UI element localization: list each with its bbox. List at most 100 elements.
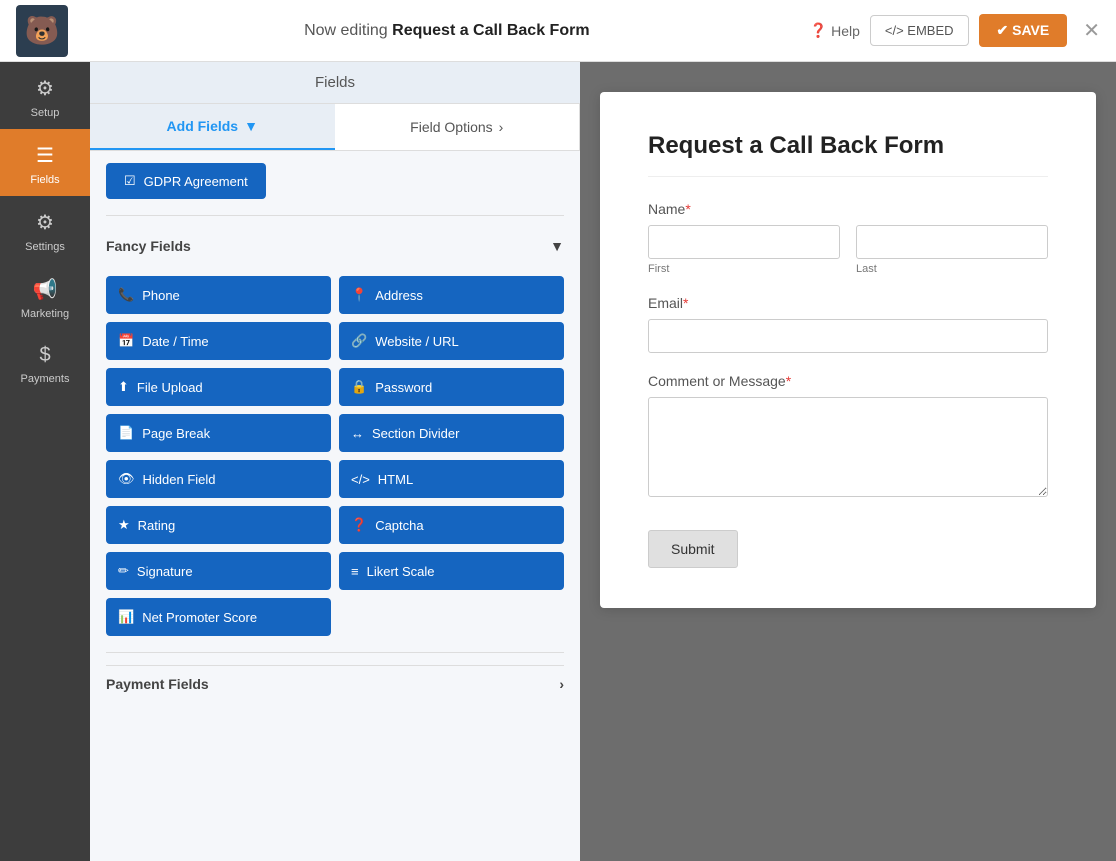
tab-field-options[interactable]: Field Options › bbox=[335, 104, 581, 150]
name-row: First Last bbox=[648, 225, 1048, 275]
tab-add-fields[interactable]: Add Fields ▼ bbox=[90, 104, 335, 150]
sidebar-item-payments[interactable]: $ Payments bbox=[0, 330, 90, 395]
settings-icon: ⚙ bbox=[36, 210, 54, 235]
section-divider-label: Section Divider bbox=[372, 426, 459, 441]
email-label: Email* bbox=[648, 295, 1048, 311]
field-button-signature[interactable]: ✏ Signature bbox=[106, 552, 331, 590]
field-button-file-upload[interactable]: ⬆ File Upload bbox=[106, 368, 331, 406]
fields-tabs: Add Fields ▼ Field Options › bbox=[90, 104, 580, 151]
gdpr-icon: ☑ bbox=[124, 173, 136, 189]
form-preview: Request a Call Back Form Name* First Las… bbox=[580, 62, 1116, 861]
field-button-password[interactable]: 🔒 Password bbox=[339, 368, 564, 406]
payments-icon: $ bbox=[39, 344, 50, 367]
sidebar-label-settings: Settings bbox=[25, 241, 65, 253]
form-name: Request a Call Back Form bbox=[392, 22, 589, 39]
sidebar-label-payments: Payments bbox=[21, 373, 70, 385]
email-required: * bbox=[683, 295, 688, 311]
signature-icon: ✏ bbox=[118, 563, 129, 579]
divider bbox=[106, 215, 564, 216]
datetime-label: Date / Time bbox=[142, 334, 208, 349]
fields-icon: ☰ bbox=[36, 143, 54, 168]
name-first-col: First bbox=[648, 225, 840, 275]
field-button-captcha[interactable]: ❓ Captcha bbox=[339, 506, 564, 544]
file-upload-icon: ⬆ bbox=[118, 379, 129, 395]
html-label: HTML bbox=[378, 472, 413, 487]
hidden-field-label: Hidden Field bbox=[143, 472, 216, 487]
address-label: Address bbox=[375, 288, 423, 303]
net-promoter-score-label: Net Promoter Score bbox=[142, 610, 257, 625]
field-button-net-promoter-score[interactable]: 📊 Net Promoter Score bbox=[106, 598, 331, 636]
help-button[interactable]: ❓ Help bbox=[810, 22, 860, 39]
phone-label: Phone bbox=[142, 288, 180, 303]
fields-scroll: ☑ GDPR Agreement Fancy Fields ▼ 📞 Phone … bbox=[90, 151, 580, 861]
field-options-label: Field Options bbox=[410, 119, 492, 135]
message-required: * bbox=[786, 373, 791, 389]
setup-icon: ⚙ bbox=[36, 76, 54, 101]
add-fields-chevron: ▼ bbox=[244, 118, 258, 134]
sidebar-label-setup: Setup bbox=[31, 107, 60, 119]
net-promoter-score-icon: 📊 bbox=[118, 609, 134, 625]
close-icon: ✕ bbox=[1083, 20, 1100, 42]
sidebar-item-fields[interactable]: ☰ Fields bbox=[0, 129, 90, 196]
password-icon: 🔒 bbox=[351, 379, 367, 395]
help-label: Help bbox=[831, 23, 860, 39]
fields-panel: Fields Add Fields ▼ Field Options › ☑ GD… bbox=[90, 62, 580, 861]
website-label: Website / URL bbox=[375, 334, 459, 349]
message-textarea[interactable] bbox=[648, 397, 1048, 497]
sidebar-label-fields: Fields bbox=[30, 174, 59, 186]
sidebar-item-marketing[interactable]: 📢 Marketing bbox=[0, 263, 90, 330]
embed-button[interactable]: </> EMBED bbox=[870, 15, 969, 46]
field-button-datetime[interactable]: 📅 Date / Time bbox=[106, 322, 331, 360]
payment-fields-section-header[interactable]: Payment Fields › bbox=[106, 665, 564, 702]
form-field-message: Comment or Message* bbox=[648, 373, 1048, 502]
form-card: Request a Call Back Form Name* First Las… bbox=[600, 92, 1096, 608]
captcha-label: Captcha bbox=[375, 518, 423, 533]
close-button[interactable]: ✕ bbox=[1083, 18, 1100, 43]
add-fields-label: Add Fields bbox=[167, 118, 239, 134]
password-label: Password bbox=[375, 380, 432, 395]
main-layout: ⚙ Setup ☰ Fields ⚙ Settings 📢 Marketing … bbox=[0, 62, 1116, 861]
gdpr-agreement-button[interactable]: ☑ GDPR Agreement bbox=[106, 163, 266, 199]
file-upload-label: File Upload bbox=[137, 380, 203, 395]
email-input[interactable] bbox=[648, 319, 1048, 353]
field-button-hidden-field[interactable]: 👁 Hidden Field bbox=[106, 460, 331, 498]
name-last-col: Last bbox=[856, 225, 1048, 275]
fields-panel-header: Fields bbox=[90, 62, 580, 104]
field-button-phone[interactable]: 📞 Phone bbox=[106, 276, 331, 314]
html-icon: </> bbox=[351, 472, 370, 487]
save-button[interactable]: ✔ SAVE bbox=[979, 14, 1068, 47]
fancy-fields-section-header[interactable]: Fancy Fields ▼ bbox=[106, 228, 564, 264]
captcha-icon: ❓ bbox=[351, 517, 367, 533]
name-last-input[interactable] bbox=[856, 225, 1048, 259]
page-break-icon: 📄 bbox=[118, 425, 134, 441]
likert-scale-label: Likert Scale bbox=[367, 564, 435, 579]
field-button-page-break[interactable]: 📄 Page Break bbox=[106, 414, 331, 452]
name-first-input[interactable] bbox=[648, 225, 840, 259]
embed-label: </> EMBED bbox=[885, 23, 954, 38]
rating-label: Rating bbox=[138, 518, 176, 533]
submit-button[interactable]: Submit bbox=[648, 530, 738, 568]
payment-fields-label: Payment Fields bbox=[106, 676, 209, 692]
fancy-fields-grid: 📞 Phone 📍 Address 📅 Date / Time 🔗 Websit… bbox=[106, 276, 564, 636]
divider-2 bbox=[106, 652, 564, 653]
sidebar-item-setup[interactable]: ⚙ Setup bbox=[0, 62, 90, 129]
name-first-sublabel: First bbox=[648, 263, 840, 275]
field-button-website[interactable]: 🔗 Website / URL bbox=[339, 322, 564, 360]
fancy-fields-label: Fancy Fields bbox=[106, 238, 191, 254]
sidebar-item-settings[interactable]: ⚙ Settings bbox=[0, 196, 90, 263]
likert-scale-icon: ≡ bbox=[351, 564, 359, 579]
name-last-sublabel: Last bbox=[856, 263, 1048, 275]
sidebar: ⚙ Setup ☰ Fields ⚙ Settings 📢 Marketing … bbox=[0, 62, 90, 861]
marketing-icon: 📢 bbox=[33, 277, 58, 302]
website-icon: 🔗 bbox=[351, 333, 367, 349]
field-button-address[interactable]: 📍 Address bbox=[339, 276, 564, 314]
field-button-rating[interactable]: ★ Rating bbox=[106, 506, 331, 544]
field-button-likert-scale[interactable]: ≡ Likert Scale bbox=[339, 552, 564, 590]
save-label: ✔ SAVE bbox=[997, 22, 1050, 39]
field-button-html[interactable]: </> HTML bbox=[339, 460, 564, 498]
editing-prefix: Now editing bbox=[304, 22, 388, 39]
help-icon: ❓ bbox=[810, 22, 827, 39]
phone-icon: 📞 bbox=[118, 287, 134, 303]
form-preview-title: Request a Call Back Form bbox=[648, 132, 1048, 177]
field-button-section-divider[interactable]: ↔ Section Divider bbox=[339, 414, 564, 452]
